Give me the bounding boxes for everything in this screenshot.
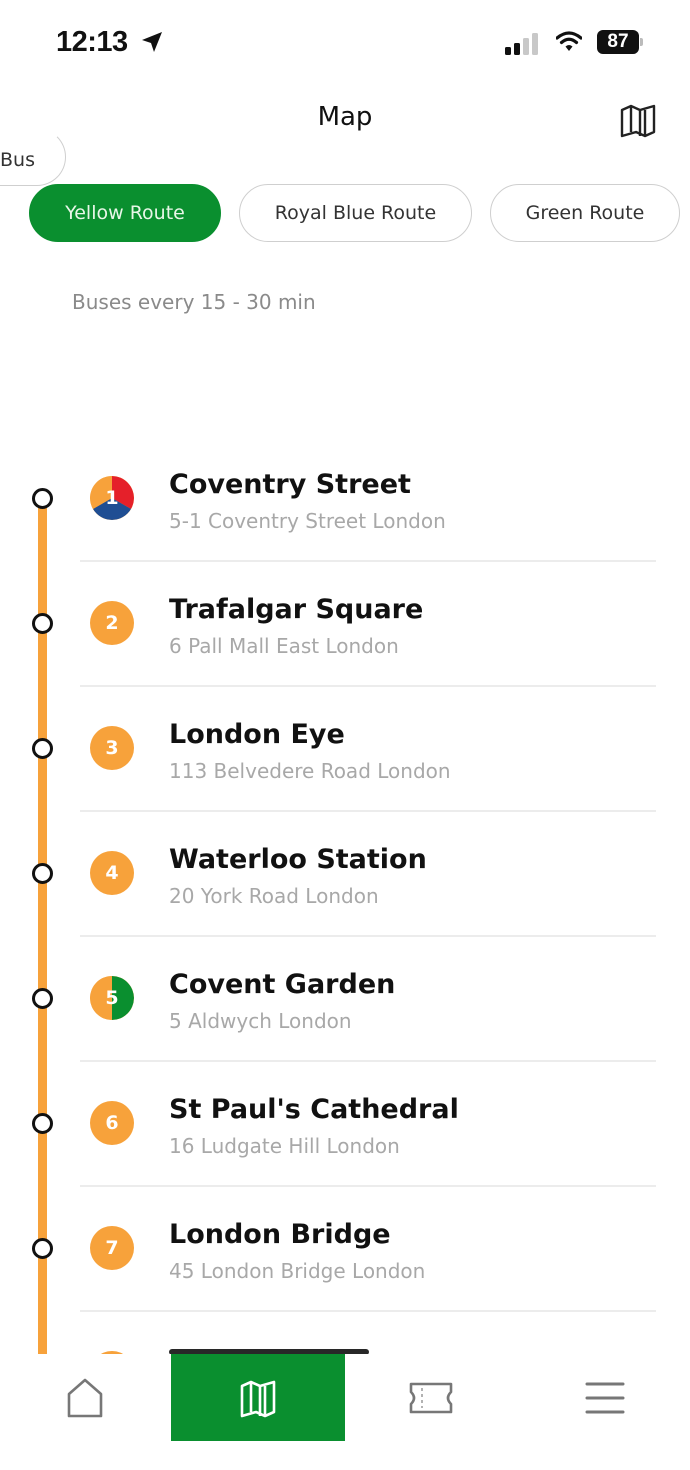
nav-home[interactable] [40, 1354, 130, 1441]
ticket-icon [409, 1382, 453, 1413]
stop-number-badge: 1 [90, 476, 134, 520]
tab-bus-label: Bus [0, 149, 35, 171]
stop-item[interactable]: 1 Coventry Street 5-1 Coventry Street Lo… [0, 436, 690, 562]
nav-tickets[interactable] [386, 1354, 476, 1441]
stop-item-partial[interactable] [0, 1311, 690, 1354]
stop-address: 113 Belvedere Road London [169, 759, 451, 783]
stop-list[interactable]: 1 Coventry Street 5-1 Coventry Street Lo… [0, 436, 690, 1354]
stop-number-badge: 4 [90, 851, 134, 895]
tab-yellow-route[interactable]: Yellow Route [29, 184, 221, 242]
tab-royal-blue-route-label: Royal Blue Route [274, 202, 437, 224]
tab-green-route-label: Green Route [525, 202, 645, 224]
stop-item[interactable]: 2 Trafalgar Square 6 Pall Mall East Lond… [0, 561, 690, 687]
nav-menu[interactable] [560, 1354, 650, 1441]
stop-name: Waterloo Station [169, 844, 427, 875]
battery-tip [640, 38, 643, 46]
map-icon [620, 104, 656, 138]
cellular-signal-icon [505, 33, 538, 55]
bus-frequency-text: Buses every 15 - 30 min [72, 290, 316, 314]
stop-number-badge: 2 [90, 601, 134, 645]
stop-node [32, 488, 53, 509]
stop-address: 6 Pall Mall East London [169, 634, 399, 658]
stop-name: London Bridge [169, 1219, 391, 1250]
battery-indicator: 87 [597, 30, 643, 54]
stop-number-badge: 3 [90, 726, 134, 770]
tab-bus[interactable]: Bus [0, 128, 66, 186]
stop-name: St Paul's Cathedral [169, 1094, 459, 1125]
stop-item[interactable]: 3 London Eye 113 Belvedere Road London [0, 686, 690, 812]
stop-node [32, 613, 53, 634]
hamburger-menu-icon [585, 1382, 625, 1413]
battery-percent: 87 [597, 30, 639, 54]
stop-name: London Eye [169, 719, 345, 750]
status-bar: 12:13 87 [0, 0, 690, 86]
stop-item[interactable]: 7 London Bridge 45 London Bridge London [0, 1186, 690, 1312]
stop-name: Covent Garden [169, 969, 396, 1000]
stop-item[interactable]: 5 Covent Garden 5 Aldwych London [0, 936, 690, 1062]
map-view-button[interactable] [618, 102, 658, 140]
stop-number-badge: 5 [90, 976, 134, 1020]
status-time: 12:13 [56, 26, 128, 58]
stop-address: 45 London Bridge London [169, 1259, 426, 1283]
stop-address: 5 Aldwych London [169, 1009, 352, 1033]
stop-number-badge: 7 [90, 1226, 134, 1270]
stop-item[interactable]: 6 St Paul's Cathedral 16 Ludgate Hill Lo… [0, 1061, 690, 1187]
nav-map[interactable] [171, 1354, 345, 1441]
home-icon [67, 1378, 103, 1417]
tab-green-route[interactable]: Green Route [490, 184, 680, 242]
wifi-icon [556, 31, 582, 51]
page-title: Map [317, 102, 373, 132]
stop-node [32, 988, 53, 1009]
tab-yellow-route-label: Yellow Route [65, 202, 185, 224]
location-arrow-icon [142, 32, 162, 52]
bottom-nav [0, 1354, 690, 1470]
map-icon [240, 1380, 276, 1417]
stop-number-badge: 6 [90, 1101, 134, 1145]
stop-name: Coventry Street [169, 469, 411, 500]
stop-item[interactable]: 4 Waterloo Station 20 York Road London [0, 811, 690, 937]
stop-node [32, 738, 53, 759]
stop-node [32, 1113, 53, 1134]
stop-address: 5-1 Coventry Street London [169, 509, 446, 533]
stop-address: 16 Ludgate Hill London [169, 1134, 400, 1158]
stop-node [32, 863, 53, 884]
stop-address: 20 York Road London [169, 884, 379, 908]
tab-royal-blue-route[interactable]: Royal Blue Route [239, 184, 472, 242]
stop-node [32, 1238, 53, 1259]
stop-name: Trafalgar Square [169, 594, 424, 625]
